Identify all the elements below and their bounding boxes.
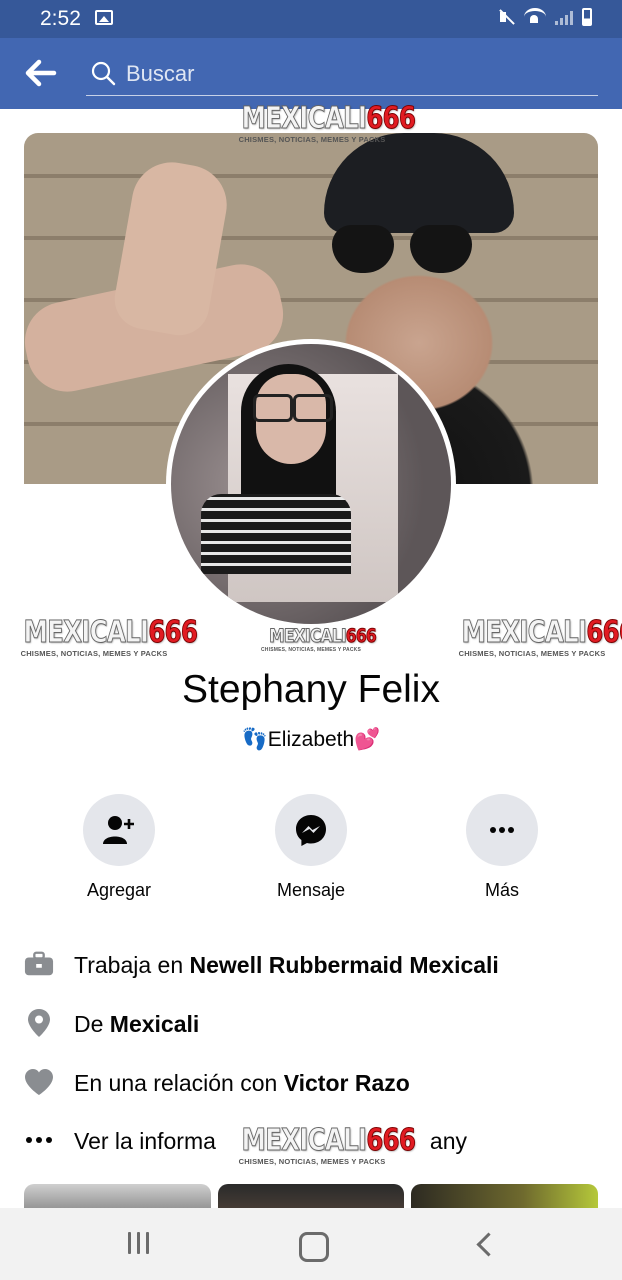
status-time: 2:52 [40, 7, 81, 30]
more-icon [490, 827, 514, 833]
watermark-logo: MEXICALI666 CHISMES, NOTICIAS, MEMES Y P… [260, 625, 377, 653]
wifi-icon [524, 8, 546, 26]
signal-icon [555, 9, 573, 25]
status-icons [497, 8, 592, 26]
profile-photo [171, 344, 451, 624]
system-back-button[interactable] [466, 1232, 506, 1258]
search-bar[interactable] [86, 52, 598, 96]
watermark-logo: MEXICALI666 CHISMES, NOTICIAS, MEMES Y P… [238, 101, 417, 144]
info-hometown: De Mexicali [0, 1003, 622, 1043]
back-arrow-icon [25, 59, 57, 87]
add-friend-label: Agregar [86, 880, 152, 900]
status-bar: 2:52 [0, 0, 622, 38]
profile-picture[interactable] [166, 339, 456, 629]
profile-actions: Agregar Mensaje Más [0, 794, 622, 904]
mute-icon [497, 8, 515, 26]
search-input[interactable] [126, 56, 586, 92]
info-relationship: En una relación con Victor Razo [0, 1062, 622, 1102]
image-notification-icon [95, 10, 113, 25]
watermark-logo: MEXICALI666 CHISMES, NOTICIAS, MEMES Y P… [20, 615, 199, 658]
more-button[interactable]: Más [442, 794, 562, 901]
add-friend-icon [103, 816, 134, 844]
home-button[interactable] [291, 1232, 331, 1262]
partner-link[interactable]: Victor Razo [284, 1070, 410, 1096]
briefcase-icon [24, 950, 54, 978]
heart-icon [24, 1068, 54, 1096]
info-work: Trabaja en Newell Rubbermaid Mexicali [0, 944, 622, 984]
search-icon [91, 61, 116, 86]
back-button[interactable] [24, 58, 58, 88]
more-label: Más [484, 880, 519, 900]
hometown-link[interactable]: Mexicali [110, 1011, 200, 1037]
system-nav-bar [0, 1208, 622, 1280]
profile-name: Stephany Felix [182, 668, 440, 711]
workplace-link[interactable]: Newell Rubbermaid Mexicali [190, 952, 499, 978]
message-label: Mensaje [276, 880, 346, 900]
battery-icon [582, 8, 592, 26]
watermark-logo: MEXICALI666 CHISMES, NOTICIAS, MEMES Y P… [458, 615, 622, 658]
watermark-logo: MEXICALI666 CHISMES, NOTICIAS, MEMES Y P… [238, 1123, 417, 1166]
add-friend-button[interactable]: Agregar [59, 794, 179, 901]
more-dots-icon [24, 1126, 54, 1154]
location-pin-icon [24, 1009, 54, 1037]
message-button[interactable]: Mensaje [251, 794, 371, 901]
recent-apps-button[interactable] [118, 1232, 158, 1258]
app-header [0, 38, 622, 109]
messenger-icon [296, 815, 326, 846]
profile-bio: 👣Elizabeth💕 [241, 728, 381, 751]
